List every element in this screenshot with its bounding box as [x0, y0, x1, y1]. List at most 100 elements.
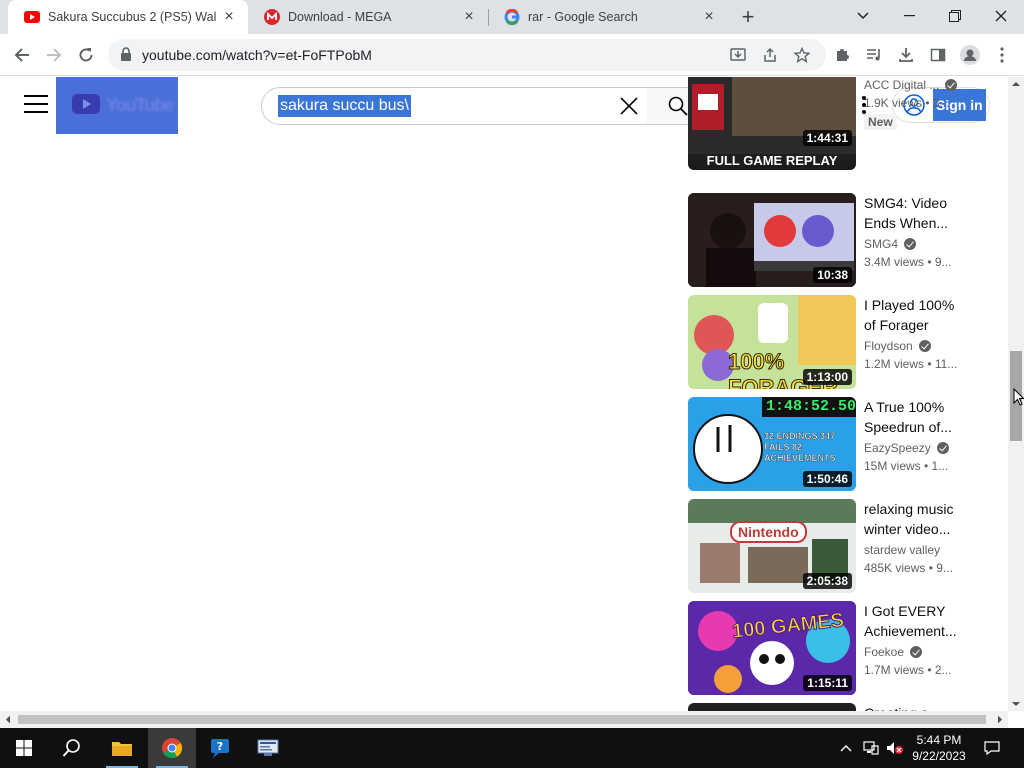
tab-search-chevron-icon[interactable] — [840, 0, 886, 32]
search-input[interactable]: sakura succu bus\ — [261, 87, 647, 125]
browser-menu-icon[interactable] — [992, 45, 1012, 65]
extensions-icon[interactable] — [832, 45, 852, 65]
video-title[interactable]: A True 100% Speedrun of... — [864, 397, 964, 437]
quick-assist-icon[interactable]: ? — [196, 728, 244, 768]
youtube-logo-text: YouTube — [106, 95, 174, 115]
restore-button[interactable] — [932, 0, 978, 32]
video-thumbnail[interactable]: 1:48:52.50 32 ENDINGS 347 FAILS 82 ACHIE… — [688, 397, 856, 491]
scroll-up-arrow-icon[interactable] — [1008, 79, 1024, 89]
volume-muted-icon[interactable] — [884, 728, 906, 768]
minimize-button[interactable] — [886, 0, 932, 32]
recommendation-item[interactable]: Nintendo 2:05:38 relaxing music winter v… — [688, 499, 968, 593]
side-panel-icon[interactable] — [928, 45, 948, 65]
video-stats: 1.7M views • 2... — [864, 663, 952, 677]
youtube-page: YouTube sakura succu bus\ Sign in FULL G… — [0, 77, 1008, 711]
svg-text:?: ? — [217, 740, 223, 753]
recommendation-item[interactable]: Creating a Self... — [688, 703, 968, 711]
search-query-text[interactable]: sakura succu bus\ — [278, 95, 411, 117]
youtube-logo[interactable]: YouTube — [56, 77, 178, 134]
media-controls-icon[interactable] — [864, 45, 884, 65]
install-app-icon[interactable] — [728, 45, 748, 65]
video-title[interactable]: I Played 100% of Forager — [864, 295, 964, 335]
close-tab-icon[interactable]: × — [460, 8, 478, 26]
back-button[interactable] — [8, 41, 36, 69]
horizontal-scrollbar[interactable] — [0, 711, 1008, 728]
scroll-left-arrow-icon[interactable] — [3, 711, 13, 728]
thumbnail-caption: Nintendo — [730, 521, 807, 543]
thumbnail-caption: 32 ENDINGS 347 FAILS 82 ACHIEVEMENTS — [764, 431, 836, 463]
network-icon[interactable] — [860, 728, 882, 768]
network-tool-icon[interactable] — [244, 728, 292, 768]
search-icon[interactable] — [48, 728, 96, 768]
clock-date: 9/22/2023 — [912, 749, 966, 763]
profile-avatar-icon[interactable] — [960, 45, 980, 65]
video-stats: 485K views • 9... — [864, 561, 953, 575]
clear-search-icon[interactable] — [618, 95, 640, 117]
new-badge: New — [864, 114, 897, 130]
recommendation-item[interactable]: 100% FORAGER 1:13:00 I Played 100% of Fo… — [688, 295, 968, 389]
video-title[interactable]: relaxing music winter video... — [864, 499, 964, 539]
recommendation-item[interactable]: 100 GAMES 1:15:11 I Got EVERY Achievemen… — [688, 601, 968, 695]
tab-google[interactable]: rar - Google Search × — [488, 0, 728, 34]
video-duration: 1:44:31 — [802, 130, 852, 146]
system-clock[interactable]: 5:44 PM 9/22/2023 — [906, 732, 972, 764]
downloads-icon[interactable] — [896, 45, 916, 65]
video-duration: 1:13:00 — [802, 369, 852, 385]
video-duration: 1:15:11 — [803, 675, 852, 691]
channel-name: SMG4 — [864, 237, 964, 251]
channel-name: Foekoe — [864, 645, 964, 659]
video-thumbnail[interactable] — [688, 703, 856, 711]
channel-name: ACC Digital ... — [864, 78, 964, 92]
tab-title: Sakura Succubus 2 (PS5) Walkthrough — [48, 10, 216, 24]
notifications-icon[interactable] — [980, 728, 1004, 768]
channel-name: EazySpeezy — [864, 441, 964, 455]
windows-taskbar: ? 5:44 PM 9/22/2023 — [0, 728, 1024, 768]
video-title[interactable]: I Got EVERY Achievement... — [864, 601, 964, 641]
horizontal-scrollbar-thumb[interactable] — [18, 715, 986, 724]
recommendation-item[interactable]: FULL GAME REPLAY 1:44:31 ACC Digital ...… — [688, 77, 968, 171]
video-stats: 15M views • 1... — [864, 459, 949, 473]
new-tab-button[interactable]: + — [736, 4, 760, 29]
chrome-icon[interactable] — [148, 728, 196, 768]
video-duration: 10:38 — [813, 267, 852, 283]
share-icon[interactable] — [760, 45, 780, 65]
show-hidden-icons-chevron-icon[interactable] — [836, 728, 856, 768]
channel-name: Floydson — [864, 339, 964, 353]
video-thumbnail[interactable]: FULL GAME REPLAY 1:44:31 — [688, 77, 856, 170]
scroll-right-arrow-icon[interactable] — [995, 711, 1005, 728]
thumbnail-caption: FULL GAME REPLAY — [706, 153, 838, 168]
close-window-button[interactable] — [978, 0, 1024, 32]
video-duration: 1:50:46 — [802, 471, 852, 487]
video-thumbnail[interactable]: 100 GAMES 1:15:11 — [688, 601, 856, 695]
browser-toolbar: youtube.com/watch?v=et-FoFTPobM — [0, 34, 1024, 76]
recommendation-item[interactable]: 10:38 SMG4: Video Ends When... SMG4 3.4M… — [688, 193, 968, 287]
hamburger-menu-icon[interactable] — [24, 95, 48, 115]
verified-badge-icon — [918, 340, 931, 352]
close-tab-icon[interactable]: × — [700, 8, 718, 26]
start-icon[interactable] — [0, 728, 48, 768]
video-title[interactable]: Creating a Self... — [864, 703, 964, 711]
close-tab-icon[interactable]: × — [220, 8, 238, 26]
file-explorer-icon[interactable] — [98, 728, 146, 768]
video-duration: 2:05:38 — [802, 573, 852, 589]
bookmark-star-icon[interactable] — [792, 45, 812, 65]
video-title[interactable]: SMG4: Video Ends When... — [864, 193, 964, 233]
tab-youtube[interactable]: Sakura Succubus 2 (PS5) Walkthrough × — [8, 0, 248, 34]
video-stats: 3.4M views • 9... — [864, 255, 952, 269]
verified-badge-icon — [945, 79, 958, 91]
scroll-down-arrow-icon[interactable] — [1008, 699, 1024, 709]
video-thumbnail[interactable]: Nintendo 2:05:38 — [688, 499, 856, 593]
reload-button[interactable] — [72, 41, 100, 69]
forward-button[interactable] — [40, 41, 68, 69]
verified-badge-icon — [936, 442, 949, 454]
search-icon — [668, 96, 688, 116]
video-thumbnail[interactable]: 10:38 — [688, 193, 856, 287]
recommendation-item[interactable]: 1:48:52.50 32 ENDINGS 347 FAILS 82 ACHIE… — [688, 397, 968, 491]
video-thumbnail[interactable]: 100% FORAGER 1:13:00 — [688, 295, 856, 389]
tab-mega[interactable]: Download - MEGA × — [248, 0, 488, 34]
lock-icon[interactable] — [120, 47, 132, 66]
verified-badge-icon — [904, 238, 917, 250]
speedrun-timer: 1:48:52.50 — [766, 398, 856, 415]
google-icon — [504, 9, 520, 25]
address-bar[interactable]: youtube.com/watch?v=et-FoFTPobM — [108, 39, 826, 71]
